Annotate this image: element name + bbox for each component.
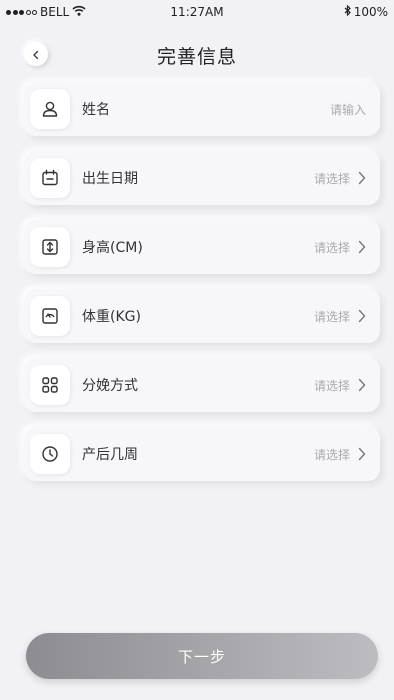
grid-icon	[30, 365, 70, 405]
height-right: 请选择	[314, 239, 366, 256]
profile-form: 姓名 请输入 出生日期 请选择 身高(CM) 请选择 体重(KG) 请选择 分娩…	[24, 82, 380, 496]
height-row[interactable]: 身高(CM) 请选择	[24, 220, 380, 274]
name-label: 姓名	[82, 102, 110, 118]
chevron-right-icon	[358, 171, 366, 185]
status-right: 100%	[344, 4, 388, 19]
chevron-right-icon	[358, 240, 366, 254]
next-button[interactable]: 下一步	[26, 633, 378, 679]
page-title: 完善信息	[156, 46, 237, 68]
postpartum-weeks-right: 请选择	[314, 446, 366, 463]
scale-icon	[30, 296, 70, 336]
weight-row[interactable]: 体重(KG) 请选择	[24, 289, 380, 343]
birthdate-row[interactable]: 出生日期 请选择	[24, 151, 380, 205]
height-placeholder[interactable]: 请选择	[314, 239, 350, 256]
postpartum-weeks-placeholder[interactable]: 请选择	[314, 446, 350, 463]
calendar-icon	[30, 158, 70, 198]
birthdate-placeholder[interactable]: 请选择	[314, 170, 350, 187]
status-time: 11:27AM	[170, 5, 224, 19]
chevron-right-icon	[358, 309, 366, 323]
chevron-right-icon	[358, 447, 366, 461]
delivery-method-label: 分娩方式	[82, 378, 138, 394]
birthdate-label: 出生日期	[82, 171, 138, 187]
height-label: 身高(CM)	[82, 240, 143, 256]
weight-right: 请选择	[314, 308, 366, 325]
clock-icon	[30, 434, 70, 474]
person-icon	[30, 89, 70, 129]
delivery-method-right: 请选择	[314, 377, 366, 394]
birthdate-right: 请选择	[314, 170, 366, 187]
name-placeholder[interactable]: 请输入	[330, 101, 366, 118]
delivery-method-row[interactable]: 分娩方式 请选择	[24, 358, 380, 412]
height-icon	[30, 227, 70, 267]
name-row[interactable]: 姓名 请输入	[24, 82, 380, 136]
postpartum-weeks-row[interactable]: 产后几周 请选择	[24, 427, 380, 481]
chevron-right-icon	[358, 378, 366, 392]
delivery-method-placeholder[interactable]: 请选择	[314, 377, 350, 394]
battery-percent: 100%	[353, 5, 388, 19]
header: 完善信息	[0, 36, 394, 72]
name-right: 请输入	[330, 101, 366, 118]
weight-label: 体重(KG)	[82, 309, 141, 325]
status-bar: BELL 11:27AM 100%	[0, 0, 394, 24]
bluetooth-icon	[344, 4, 352, 19]
weight-placeholder[interactable]: 请选择	[314, 308, 350, 325]
postpartum-weeks-label: 产后几周	[82, 447, 138, 463]
